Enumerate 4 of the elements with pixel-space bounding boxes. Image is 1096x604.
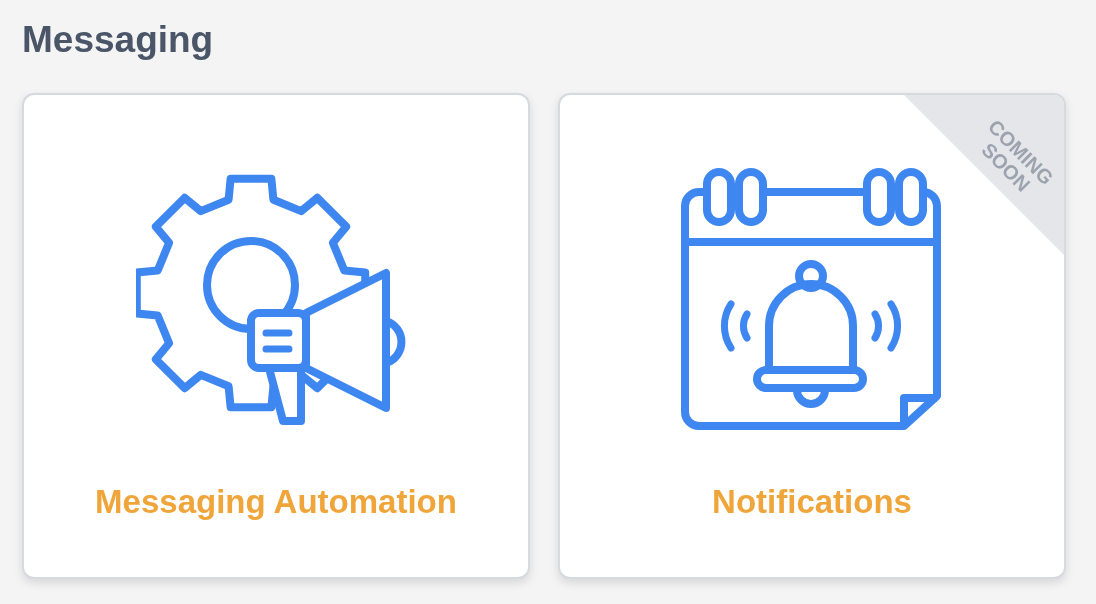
section-title: Messaging [22, 18, 215, 61]
feature-card[interactable]: Messaging Automation [22, 93, 530, 579]
card-label: Messaging Automation [95, 483, 457, 521]
card-label: Notifications [712, 483, 912, 521]
